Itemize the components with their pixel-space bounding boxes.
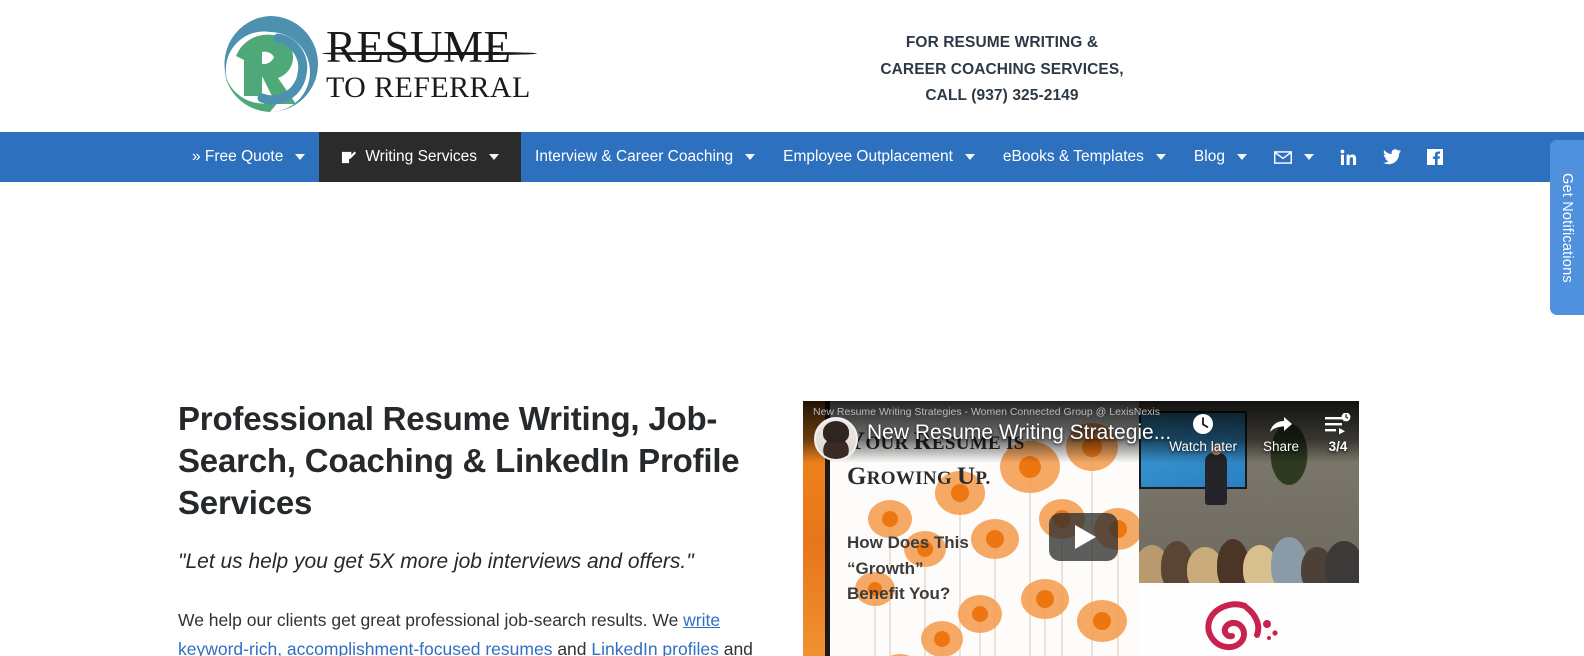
email-icon bbox=[1273, 150, 1292, 164]
play-button[interactable] bbox=[1049, 513, 1118, 561]
nav-label: Writing Services bbox=[365, 148, 478, 165]
paragraph-text-2: and bbox=[552, 639, 592, 656]
nav-item-linkedin[interactable] bbox=[1327, 132, 1370, 182]
slide-heading-line2-rest2: P. bbox=[975, 467, 991, 489]
nav-label: Blog bbox=[1193, 148, 1225, 165]
paragraph-text-1: We help our clients get great profession… bbox=[178, 610, 684, 631]
lexisnexis-women-connected-logo: LexisNexis® | Women Connected bbox=[1139, 583, 1359, 656]
pencil-note-icon bbox=[341, 150, 357, 165]
page-title: Professional Resume Writing, Job-Search,… bbox=[178, 400, 740, 522]
get-notifications-tab[interactable]: Get Notifications bbox=[1550, 140, 1584, 315]
playlist-icon bbox=[1325, 413, 1351, 435]
share-arrow-icon bbox=[1269, 413, 1293, 435]
playlist-count: 3/4 bbox=[1328, 439, 1348, 454]
logo-line-2: TO REFERRAL bbox=[326, 71, 531, 105]
share-button[interactable]: Share bbox=[1263, 413, 1299, 454]
slide-sub-line-3: Benefit You? bbox=[847, 584, 951, 603]
chevron-down-icon bbox=[295, 154, 306, 160]
nav-item-employee-outplacement[interactable]: Employee Outplacement bbox=[769, 132, 989, 182]
nav-item-ebooks-templates[interactable]: eBooks & Templates bbox=[989, 132, 1180, 182]
tagline-line-1: FOR RESUME WRITING & bbox=[905, 34, 1099, 51]
resume-to-referral-swirl-logo bbox=[224, 16, 318, 112]
slide-heading-line2-rest: ROWING bbox=[866, 467, 957, 489]
chevron-down-icon bbox=[1155, 154, 1166, 160]
nav-label: » Free Quote bbox=[192, 148, 284, 165]
tagline-quote: "Let us help you get 5X more job intervi… bbox=[178, 549, 694, 573]
site-logo[interactable]: RESUME TO REFERRAL bbox=[218, 12, 537, 116]
get-notifications-label: Get Notifications bbox=[1559, 172, 1575, 283]
nav-item-twitter[interactable] bbox=[1370, 132, 1414, 182]
video-actions: Watch later Share 3/4 bbox=[1169, 413, 1351, 454]
channel-avatar[interactable] bbox=[814, 417, 858, 461]
facebook-icon bbox=[1426, 149, 1443, 165]
nav-item-free-quote[interactable]: » Free Quote bbox=[178, 132, 319, 182]
nav-item-blog[interactable]: Blog bbox=[1180, 132, 1261, 182]
watch-later-label: Watch later bbox=[1169, 439, 1237, 454]
tagline-line-2: CAREER COACHING SERVICES, bbox=[880, 60, 1124, 78]
site-header: RESUME TO REFERRAL FOR RESUME WRITING & … bbox=[0, 0, 1584, 132]
watch-later-button[interactable]: Watch later bbox=[1169, 413, 1237, 454]
video-overlay-title[interactable]: New Resume Writing Strategie... bbox=[867, 421, 1171, 445]
page-root: RESUME TO REFERRAL FOR RESUME WRITING & … bbox=[0, 0, 1584, 656]
playlist-indicator[interactable]: 3/4 bbox=[1325, 413, 1351, 454]
video-source-title: New Resume Writing Strategies - Women Co… bbox=[813, 406, 1160, 418]
lexisnexis-swirl-mark bbox=[1205, 601, 1278, 651]
nav-label: Interview & Career Coaching bbox=[535, 148, 734, 165]
nav-item-interview-career-coaching[interactable]: Interview & Career Coaching bbox=[521, 132, 769, 182]
chevron-down-icon bbox=[1303, 154, 1314, 160]
logo-line-1: RESUME bbox=[322, 25, 537, 70]
content-left-column: Professional Resume Writing, Job-Search,… bbox=[178, 398, 758, 656]
nav-label: eBooks & Templates bbox=[1002, 148, 1144, 165]
clock-icon bbox=[1192, 413, 1214, 435]
header-tagline: FOR RESUME WRITING & CAREER COACHING SER… bbox=[812, 30, 1192, 110]
chevron-down-icon bbox=[745, 154, 756, 160]
chevron-down-icon bbox=[964, 154, 975, 160]
nav-label: Employee Outplacement bbox=[783, 148, 953, 165]
linkedin-icon bbox=[1340, 149, 1357, 166]
youtube-video-player[interactable]: YOUR RESUME IS GROWING UP. How Does This… bbox=[803, 401, 1359, 656]
nav-item-email[interactable] bbox=[1261, 132, 1327, 182]
slide-heading-line2: G bbox=[847, 462, 867, 490]
chevron-down-icon bbox=[489, 154, 500, 160]
tagline-line-3: CALL (937) 325-2149 bbox=[925, 87, 1079, 105]
nav-item-facebook[interactable] bbox=[1414, 132, 1456, 182]
link-linkedin-profiles[interactable]: LinkedIn profiles bbox=[591, 639, 718, 656]
twitter-icon bbox=[1382, 149, 1401, 165]
main-navigation: » Free Quote Writing Services Interview … bbox=[0, 132, 1584, 182]
nav-item-writing-services[interactable]: Writing Services bbox=[319, 132, 522, 182]
chevron-down-icon bbox=[1236, 154, 1247, 160]
play-triangle-icon bbox=[1075, 525, 1096, 549]
logo-wordmark: RESUME TO REFERRAL bbox=[322, 25, 537, 105]
audience-crowd bbox=[1139, 503, 1359, 583]
intro-paragraph: We help our clients get great profession… bbox=[178, 606, 758, 656]
share-label: Share bbox=[1262, 439, 1299, 454]
slide-heading-line2-b: U bbox=[957, 462, 976, 490]
